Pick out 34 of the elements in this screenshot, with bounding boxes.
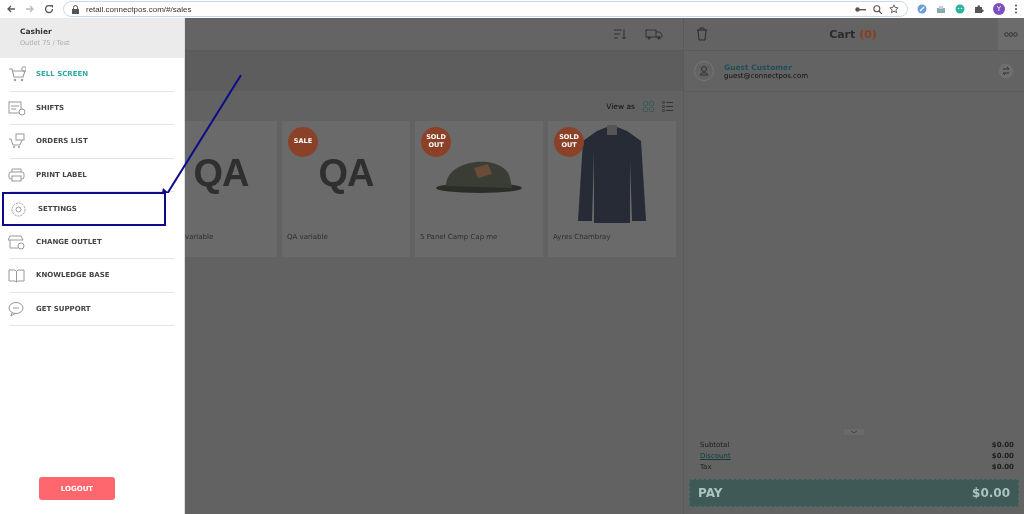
chat-icon — [8, 300, 26, 317]
cart-icon — [8, 66, 26, 83]
settings-icon — [10, 200, 28, 217]
cart-title: Cart (0) — [828, 27, 878, 41]
book-icon — [8, 267, 26, 284]
extension-icon[interactable] — [955, 4, 965, 14]
reload-icon[interactable] — [44, 4, 54, 14]
user-avatar-icon — [694, 61, 714, 81]
cart-list-icon — [8, 133, 26, 150]
clock-list-icon — [8, 99, 26, 116]
truck-icon[interactable] — [645, 28, 663, 40]
forward-icon[interactable] — [25, 4, 35, 14]
pay-button[interactable]: PAY $0.00 — [689, 479, 1019, 507]
collapse-handle-icon[interactable] — [844, 429, 864, 435]
star-icon[interactable] — [889, 4, 899, 14]
url-text: retail.connectpos.com/#/sales — [86, 4, 192, 14]
back-icon[interactable] — [6, 4, 16, 14]
product-image-text: QA — [193, 151, 249, 195]
grid-view-icon[interactable] — [643, 100, 654, 112]
zoom-icon[interactable] — [873, 4, 882, 14]
sort-icon[interactable] — [613, 28, 627, 40]
lock-icon — [72, 4, 79, 14]
product-image-text: QA — [318, 151, 374, 195]
swap-user-icon[interactable] — [998, 63, 1014, 79]
tray-icon[interactable] — [936, 4, 946, 14]
extension-icon[interactable] — [917, 4, 927, 14]
store-icon — [8, 233, 26, 250]
puzzle-icon[interactable] — [974, 4, 984, 14]
more-icon[interactable] — [1014, 4, 1018, 14]
key-icon[interactable] — [855, 5, 866, 13]
trash-icon[interactable] — [696, 27, 708, 41]
printer-icon — [8, 166, 26, 183]
list-view-icon[interactable] — [662, 100, 673, 112]
more-icon — [1004, 31, 1018, 37]
